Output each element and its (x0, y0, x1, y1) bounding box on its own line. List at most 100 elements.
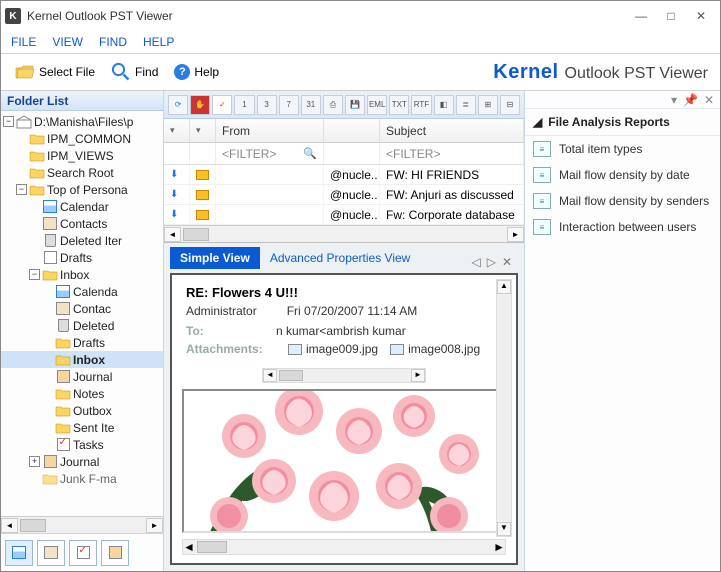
tree-item[interactable]: Junk F-ma (1, 470, 163, 487)
report-mail-flow-senders[interactable]: ≡Mail flow density by senders (525, 188, 720, 214)
col-to[interactable] (324, 119, 380, 142)
tree-item-inbox[interactable]: −Inbox (1, 266, 163, 283)
tree-item[interactable]: +Journal (1, 453, 163, 470)
col-flag[interactable]: ▾ (164, 119, 190, 142)
grid-row[interactable]: ⬇ @nucle.. FW: Anjuri as discussed (164, 185, 524, 205)
tb-1[interactable]: 1 (234, 95, 254, 115)
dropdown-icon[interactable]: ▾ (671, 93, 677, 107)
tb-save[interactable]: 💾 (345, 95, 365, 115)
tb-31[interactable]: 31 (301, 95, 321, 115)
view-mail-button[interactable] (5, 540, 33, 566)
tree-item[interactable]: Tasks (1, 436, 163, 453)
menu-view[interactable]: VIEW (52, 35, 83, 49)
select-file-button[interactable]: Select File (9, 58, 101, 86)
help-button[interactable]: ? Help (168, 60, 225, 84)
tree-item-drafts[interactable]: Drafts (1, 249, 163, 266)
tb-check[interactable]: ✓ (212, 95, 232, 115)
tb-rtf[interactable]: RTF (411, 95, 431, 115)
attachment-item[interactable]: image009.jpg (288, 342, 378, 356)
tree-item[interactable]: Journal (1, 368, 163, 385)
tree-item[interactable]: Deleted (1, 317, 163, 334)
pin-icon[interactable]: 📌 (683, 93, 698, 107)
tb-7[interactable]: 7 (279, 95, 299, 115)
menu-file[interactable]: FILE (11, 35, 36, 49)
tb-txt[interactable]: TXT (389, 95, 409, 115)
filter-from[interactable]: <FILTER>🔍 (216, 143, 324, 164)
grid-row[interactable]: ⬇ @nucle.. Fw: Corporate database (164, 205, 524, 225)
scroll-thumb[interactable] (279, 370, 303, 381)
scroll-right-icon[interactable]: ► (507, 227, 524, 242)
folder-tree[interactable]: − D:\Manisha\Files\p IPM_COMMON IPM_VIEW… (1, 111, 163, 516)
body-hscrollbar[interactable]: ◄ ► (182, 539, 506, 555)
tree-item-calendar[interactable]: Calendar (1, 198, 163, 215)
filter-subject[interactable]: <FILTER>🔍 (380, 143, 524, 164)
col-subject[interactable]: Subject (380, 119, 524, 142)
tb-3[interactable]: 3 (257, 95, 277, 115)
report-mail-flow-date[interactable]: ≡Mail flow density by date (525, 162, 720, 188)
scroll-up-icon[interactable]: ▲ (497, 280, 511, 294)
tree-item[interactable]: Search Root (1, 164, 163, 181)
attachment-item[interactable]: image008.jpg (390, 342, 480, 356)
tree-root[interactable]: − D:\Manisha\Files\p (1, 113, 163, 130)
tree-item[interactable]: Contac (1, 300, 163, 317)
scroll-left-icon[interactable]: ◄ (1, 518, 18, 533)
tab-simple-view[interactable]: Simple View (170, 247, 260, 269)
tree-item[interactable]: IPM_VIEWS (1, 147, 163, 164)
scroll-left-icon[interactable]: ◄ (263, 369, 277, 382)
report-total-item-types[interactable]: ≡Total item types (525, 136, 720, 162)
collapse-icon[interactable]: − (29, 269, 40, 280)
close-button[interactable]: ✕ (686, 5, 716, 27)
menu-help[interactable]: HELP (143, 35, 174, 49)
tb-html[interactable]: ◧ (434, 95, 454, 115)
tree-item[interactable]: Drafts (1, 334, 163, 351)
scroll-left-icon[interactable]: ◄ (164, 227, 181, 242)
tb-print[interactable]: ⎙ (323, 95, 343, 115)
scroll-right-icon[interactable]: ► (411, 369, 425, 382)
menu-find[interactable]: FIND (99, 35, 127, 49)
grid-row[interactable]: ⬇ @nucle.. FW: HI FRIENDS (164, 165, 524, 185)
scroll-right-icon[interactable]: ► (493, 540, 505, 554)
tb-eml[interactable]: EML (367, 95, 387, 115)
tb-refresh[interactable]: ⟳ (168, 95, 188, 115)
collapse-icon[interactable]: − (16, 184, 27, 195)
view-contacts-button[interactable] (37, 540, 65, 566)
body-vscrollbar[interactable]: ▲ ▼ (496, 279, 512, 537)
scroll-right-icon[interactable]: ► (146, 518, 163, 533)
tb-stop[interactable]: ✋ (190, 95, 210, 115)
minimize-button[interactable]: ― (626, 5, 656, 27)
tab-advanced-view[interactable]: Advanced Properties View (260, 247, 421, 269)
scroll-down-icon[interactable]: ▼ (497, 522, 511, 536)
nav-close-icon[interactable]: ✕ (502, 255, 512, 269)
tree-item-contacts[interactable]: Contacts (1, 215, 163, 232)
col-from[interactable]: From (216, 119, 324, 142)
tree-item[interactable]: −Top of Persona (1, 181, 163, 198)
tree-item[interactable]: Notes (1, 385, 163, 402)
scroll-left-icon[interactable]: ◄ (183, 540, 195, 554)
tree-hscrollbar[interactable]: ◄ ► (1, 516, 163, 533)
report-interaction-users[interactable]: ≡Interaction between users (525, 214, 720, 240)
tree-item[interactable]: Sent Ite (1, 419, 163, 436)
collapse-icon[interactable]: − (3, 116, 14, 127)
nav-next-icon[interactable]: ▷ (487, 255, 496, 269)
tb-msg2[interactable]: ⊟ (500, 95, 520, 115)
view-journal-button[interactable] (101, 540, 129, 566)
tree-item[interactable]: Outbox (1, 402, 163, 419)
scroll-thumb[interactable] (183, 228, 209, 241)
tree-item[interactable]: IPM_COMMON (1, 130, 163, 147)
tb-msg1[interactable]: ⊞ (478, 95, 498, 115)
view-tasks-button[interactable] (69, 540, 97, 566)
scroll-thumb[interactable] (20, 519, 46, 532)
tree-item-deleted[interactable]: Deleted Iter (1, 232, 163, 249)
close-panel-icon[interactable]: ✕ (704, 93, 714, 107)
tree-item[interactable]: Calenda (1, 283, 163, 300)
tree-item-inbox-selected[interactable]: Inbox (1, 351, 163, 368)
nav-prev-icon[interactable]: ◁ (471, 255, 480, 269)
scroll-thumb[interactable] (197, 541, 227, 553)
attachments-scrollbar[interactable]: ◄ ► (262, 368, 426, 383)
col-icon[interactable]: ▾ (190, 119, 216, 142)
search-icon[interactable]: 🔍 (303, 147, 317, 160)
maximize-button[interactable]: □ (656, 5, 686, 27)
tb-pdf[interactable]: ≣ (456, 95, 476, 115)
expand-icon[interactable]: + (29, 456, 40, 467)
find-button[interactable]: Find (105, 58, 164, 86)
